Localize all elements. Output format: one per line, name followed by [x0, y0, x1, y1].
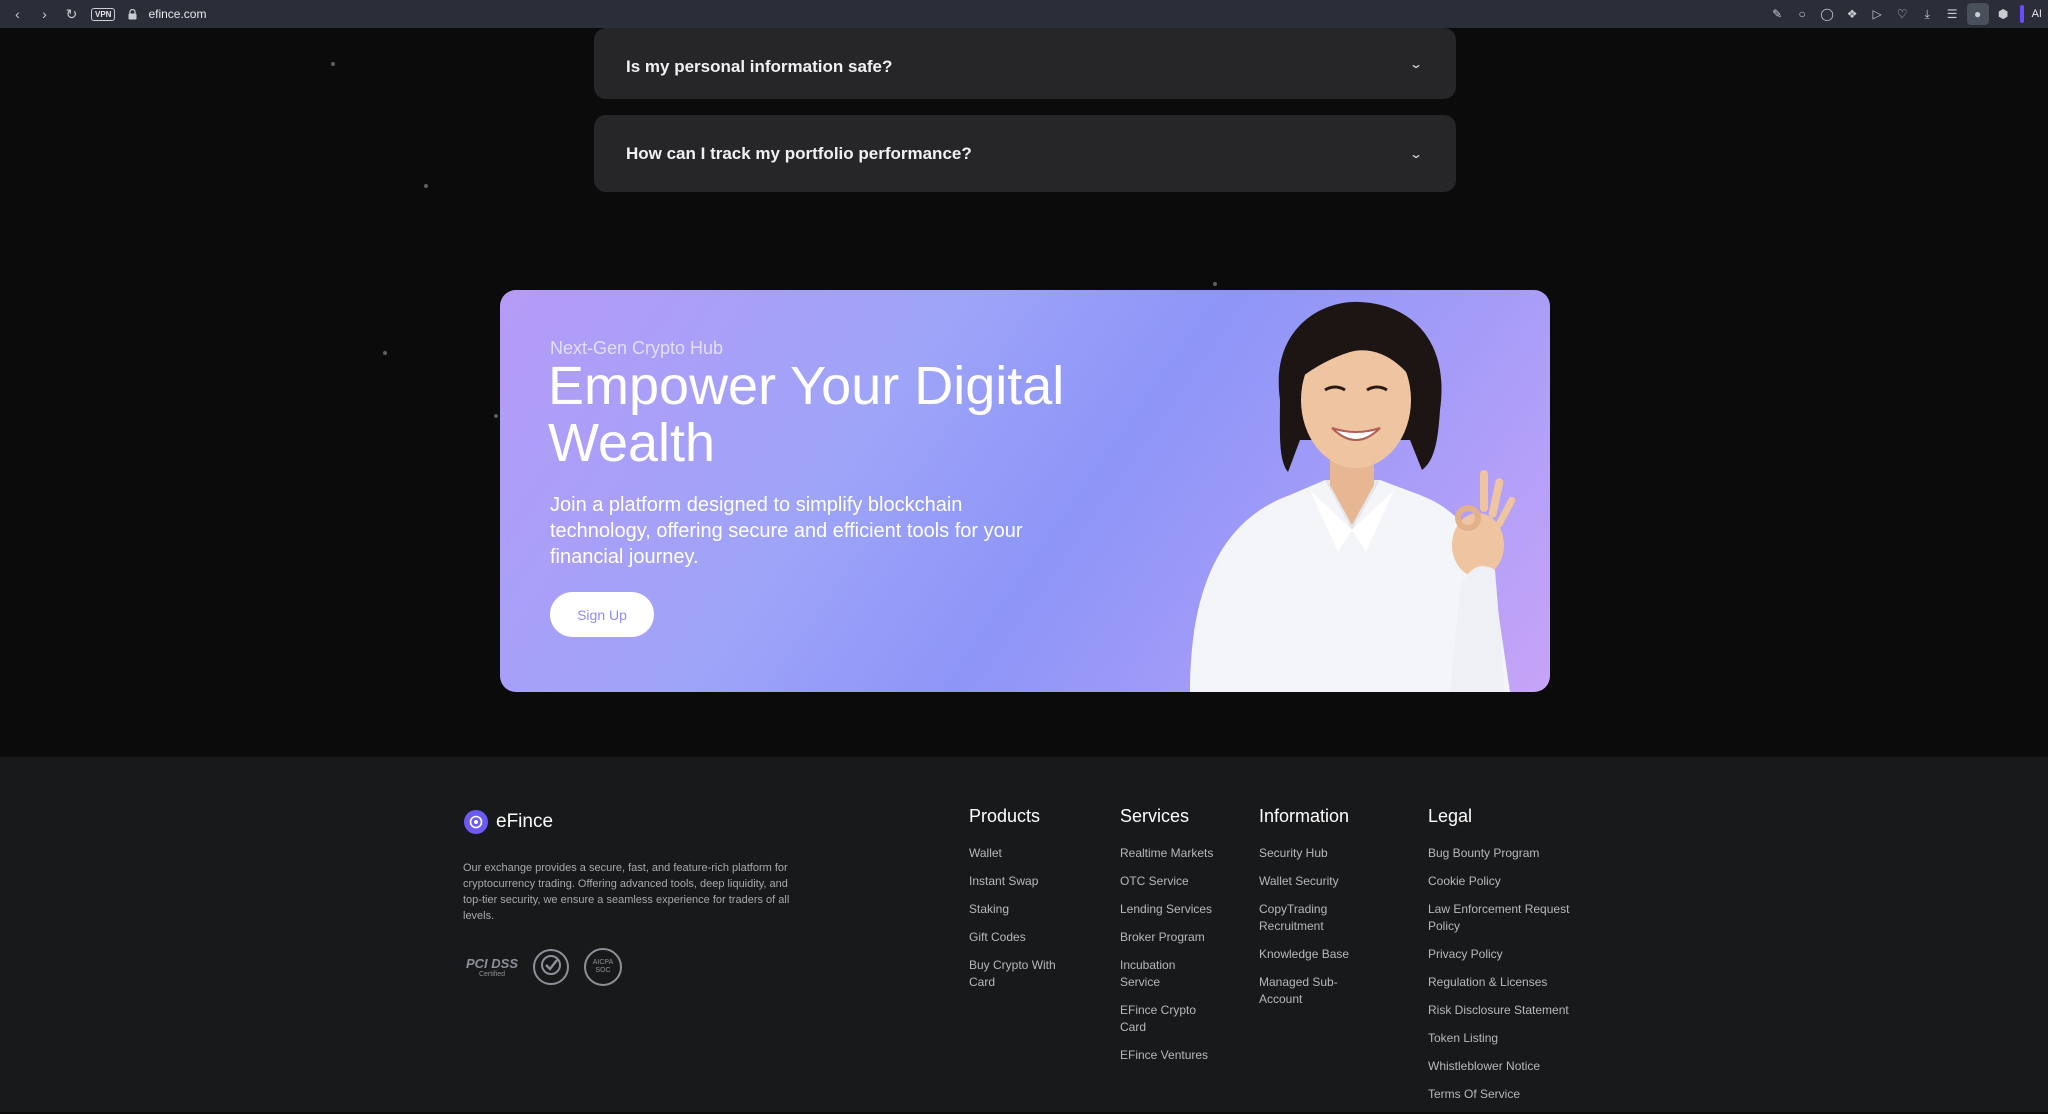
footer-link[interactable]: Bug Bounty Program — [1428, 845, 1588, 862]
edit-icon[interactable]: ✎ — [1765, 0, 1790, 28]
footer-link[interactable]: Realtime Markets — [1120, 845, 1216, 862]
nav-buttons: ‹ › ↻ — [0, 0, 85, 28]
footer-column-title: Products — [969, 806, 1041, 826]
iso-certification-badge — [533, 949, 570, 985]
footer-link[interactable]: EFince Crypto Card — [1120, 1002, 1216, 1036]
footer-column-services: Services Realtime Markets OTC Service Le… — [1120, 806, 1216, 1075]
faq-question: How can I track my portfolio performance… — [626, 143, 972, 163]
footer-link[interactable]: Buy Crypto With Card — [969, 957, 1069, 991]
aicpa-soc-badge: AICPA SOC — [584, 948, 623, 986]
smiling-woman-image — [1190, 301, 1516, 692]
chevron-down-icon[interactable]: ⌄ — [1405, 147, 1427, 161]
reload-icon[interactable]: ↻ — [58, 0, 85, 28]
ai-button[interactable]: AI — [2028, 8, 2048, 20]
star-dot — [383, 351, 387, 355]
extension-icon[interactable]: ❖ — [1840, 0, 1865, 28]
footer-column-title: Legal — [1428, 806, 1473, 826]
footer-link[interactable]: OTC Service — [1120, 873, 1216, 890]
footer-column-information: Information Security Hub Wallet Security… — [1259, 806, 1359, 1019]
footer-column-legal: Legal Bug Bounty Program Cookie Policy L… — [1428, 806, 1588, 1114]
heart-icon[interactable]: ♡ — [1890, 0, 1915, 28]
efince-logo-icon — [464, 810, 488, 834]
footer-link[interactable]: Wallet Security — [1259, 873, 1359, 890]
footer-link[interactable]: Knowledge Base — [1259, 946, 1359, 963]
shield-icon[interactable]: ◯ — [1815, 0, 1840, 28]
accent-bar — [2019, 5, 2024, 23]
footer-link[interactable]: Token Listing — [1428, 1030, 1588, 1047]
footer-link[interactable]: CopyTrading Recruitment — [1259, 901, 1359, 935]
footer-link[interactable]: Whistleblower Notice — [1428, 1058, 1588, 1075]
chevron-down-icon[interactable]: ⌄ — [1405, 57, 1427, 71]
footer-brand[interactable]: eFince — [464, 810, 553, 834]
footer-link[interactable]: Managed Sub-Account — [1259, 974, 1359, 1008]
star-dot — [1213, 282, 1217, 286]
footer-column-title: Services — [1120, 806, 1190, 826]
footer-link[interactable]: Regulation & Licenses — [1428, 974, 1588, 991]
footer-link[interactable]: Security Hub — [1259, 845, 1359, 862]
cube-icon[interactable]: ⬢ — [1991, 0, 2016, 28]
camera-icon[interactable]: ○ — [1790, 0, 1815, 28]
lock-icon[interactable] — [124, 0, 140, 28]
footer-link[interactable]: Risk Disclosure Statement — [1428, 1002, 1588, 1019]
star-dot — [494, 414, 498, 418]
forward-icon[interactable]: › — [31, 0, 58, 28]
browser-toolbar: ‹ › ↻ VPN efince.com ✎ ○ ◯ ❖ ▷ ♡ ⤓ ☰ ● ⬢… — [0, 0, 2048, 28]
footer-link[interactable]: Staking — [969, 901, 1069, 918]
footer-link[interactable]: Terms Of Service — [1428, 1086, 1588, 1103]
pci-dss-badge: PCI DSS Certified — [466, 956, 519, 978]
star-dot — [331, 62, 335, 66]
profile-icon[interactable]: ● — [1966, 3, 1989, 25]
footer-link[interactable]: Wallet — [969, 845, 1069, 862]
footer-column-title: Information — [1259, 806, 1350, 826]
toolbar-actions: ✎ ○ ◯ ❖ ▷ ♡ ⤓ ☰ ● ⬢ AI — [1765, 0, 2048, 28]
sign-up-button[interactable]: Sign Up — [550, 592, 654, 637]
address-bar[interactable]: efince.com — [148, 7, 206, 21]
certification-badges: PCI DSS Certified AICPA SOC — [466, 948, 623, 986]
footer-about: Our exchange provides a secure, fast, an… — [463, 862, 790, 922]
play-icon[interactable]: ▷ — [1865, 0, 1890, 28]
footer-link[interactable]: Lending Services — [1120, 901, 1216, 918]
promo-banner: Next-Gen Crypto Hub Empower Your Digital… — [500, 290, 1550, 692]
brand-name: eFince — [496, 811, 554, 832]
download-icon[interactable]: ⤓ — [1915, 0, 1940, 28]
star-dot — [424, 184, 428, 188]
footer-link[interactable]: Privacy Policy — [1428, 946, 1588, 963]
menu-icon[interactable]: ☰ — [1940, 0, 1965, 28]
faq-item[interactable]: Is my personal information safe? ⌄ — [594, 28, 1456, 99]
banner-headline: Empower Your Digital Wealth — [548, 356, 1065, 473]
banner-description: Join a platform designed to simplify blo… — [550, 494, 1023, 568]
footer-link[interactable]: Instant Swap — [969, 873, 1069, 890]
footer-link[interactable]: Cookie Policy — [1428, 873, 1588, 890]
faq-item[interactable]: How can I track my portfolio performance… — [594, 115, 1456, 192]
footer-link[interactable]: Incubation Service — [1120, 957, 1216, 991]
footer-link[interactable]: Law Enforcement Request Policy — [1428, 901, 1588, 935]
faq-question: Is my personal information safe? — [626, 56, 893, 76]
footer-link[interactable]: Gift Codes — [969, 929, 1069, 946]
back-icon[interactable]: ‹ — [4, 0, 31, 28]
vpn-badge[interactable]: VPN — [91, 7, 116, 21]
footer-column-products: Products Wallet Instant Swap Staking Gif… — [969, 806, 1069, 1002]
footer-link[interactable]: Broker Program — [1120, 929, 1216, 946]
footer-link[interactable]: EFince Ventures — [1120, 1047, 1216, 1064]
